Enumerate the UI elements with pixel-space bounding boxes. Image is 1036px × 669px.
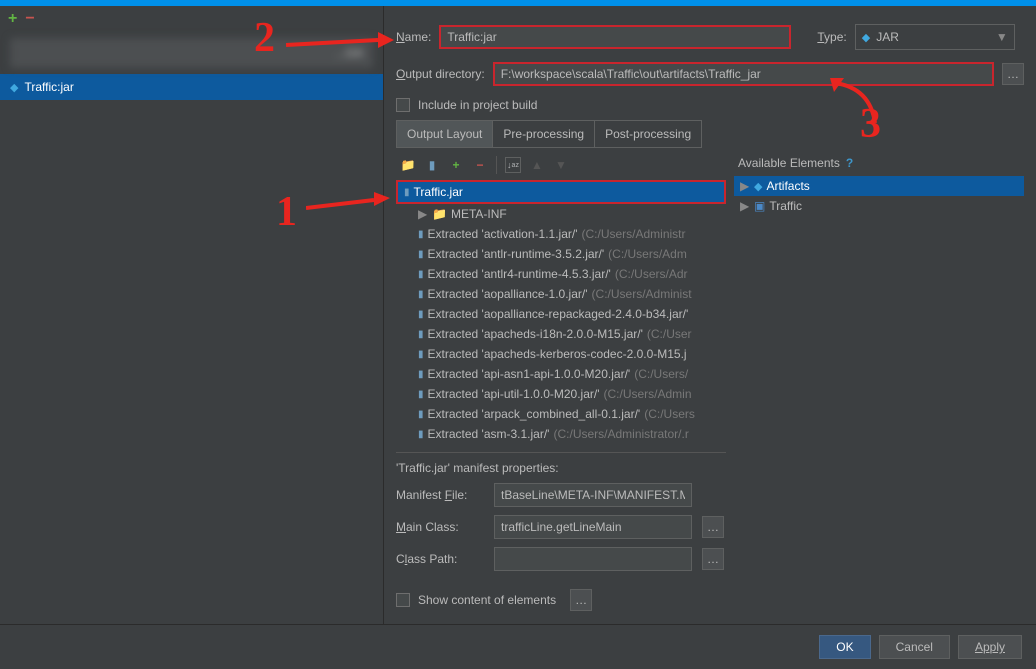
tabs: Output Layout Pre-processing Post-proces… <box>396 120 702 148</box>
tree-item[interactable]: ▮Extracted 'api-asn1-api-1.0.0-M20.jar/'… <box>396 364 726 384</box>
tab-output-layout[interactable]: Output Layout <box>397 121 493 147</box>
manifest-file-input[interactable] <box>494 483 692 507</box>
archive-icon: ▮ <box>418 269 424 280</box>
main-class-label: Main Class: <box>396 520 484 534</box>
sidebar-item-blurred[interactable]: ...GA <box>10 38 373 68</box>
include-build-label: Include in project build <box>418 98 537 112</box>
archive-icon: ▮ <box>418 409 424 420</box>
new-archive-icon[interactable]: ▮ <box>424 157 440 173</box>
expand-arrow-icon[interactable]: ▶ <box>740 179 750 193</box>
tree-item[interactable]: ▮Extracted 'apacheds-kerberos-codec-2.0.… <box>396 344 726 364</box>
archive-icon: ▮ <box>404 187 410 198</box>
archive-icon: ▮ <box>418 369 424 380</box>
remove-icon[interactable]: − <box>25 10 34 28</box>
type-select[interactable]: ◆ JAR ▼ <box>855 24 1015 50</box>
new-folder-icon[interactable]: 📁 <box>400 157 416 173</box>
manifest-file-label: Manifest File: <box>396 488 484 502</box>
name-input[interactable] <box>439 25 791 49</box>
available-elements-tree[interactable]: ▶ ◆ Artifacts ▶ ▣ Traffic <box>734 176 1024 216</box>
folder-icon: 📁 <box>432 207 447 221</box>
tree-item[interactable]: ▮Extracted 'aopalliance-repackaged-2.4.0… <box>396 304 726 324</box>
tree-item[interactable]: ▮Extracted 'asm-3.1.jar/' (C:/Users/Admi… <box>396 424 726 444</box>
main-class-browse[interactable]: … <box>702 516 724 538</box>
include-build-checkbox[interactable] <box>396 98 410 112</box>
archive-icon: ▮ <box>418 329 424 340</box>
class-path-input[interactable] <box>494 547 692 571</box>
tab-post-processing[interactable]: Post-processing <box>595 121 701 147</box>
available-elements-label: Available Elements <box>738 156 840 170</box>
add-icon[interactable]: + <box>8 10 17 28</box>
archive-icon: ▮ <box>418 309 424 320</box>
archive-icon: ▮ <box>418 289 424 300</box>
manifest-title: 'Traffic.jar' manifest properties: <box>396 461 726 475</box>
add-copy-icon[interactable]: + <box>448 157 464 173</box>
type-label: Type: <box>817 30 846 44</box>
show-content-config[interactable]: … <box>570 589 592 611</box>
class-path-label: Class Path: <box>396 552 484 566</box>
move-up-icon: ▲ <box>529 157 545 173</box>
help-icon[interactable]: ? <box>846 156 853 170</box>
cancel-button[interactable]: Cancel <box>879 635 950 659</box>
tree-item[interactable]: ▮Extracted 'antlr4-runtime-4.5.3.jar/' (… <box>396 264 726 284</box>
output-directory-input[interactable] <box>493 62 994 86</box>
dialog-footer: OK Cancel Apply <box>0 624 1036 669</box>
tree-item[interactable]: ▮Extracted 'arpack_combined_all-0.1.jar/… <box>396 404 726 424</box>
expand-arrow-icon[interactable]: ▶ <box>740 199 750 213</box>
outdir-label: Output directory: <box>396 67 485 81</box>
ok-button[interactable]: OK <box>819 635 870 659</box>
class-path-browse[interactable]: … <box>702 548 724 570</box>
name-label: Name: <box>396 30 431 44</box>
tree-item[interactable]: ▮Extracted 'activation-1.1.jar/' (C:/Use… <box>396 224 726 244</box>
chevron-down-icon: ▼ <box>996 30 1008 44</box>
archive-icon: ▮ <box>418 349 424 360</box>
tree-item[interactable]: ▮Extracted 'antlr-runtime-3.5.2.jar/' (C… <box>396 244 726 264</box>
tree-item[interactable]: ▮Extracted 'api-util-1.0.0-M20.jar/' (C:… <box>396 384 726 404</box>
expand-arrow-icon[interactable]: ▶ <box>418 207 428 221</box>
sidebar-item-traffic-jar[interactable]: ◆ Traffic:jar <box>0 74 383 100</box>
archive-icon: ▮ <box>418 389 424 400</box>
archive-icon: ▮ <box>418 429 424 440</box>
tree-root-jar[interactable]: ▮ Traffic.jar <box>396 180 726 204</box>
artifact-icon: ◆ <box>754 180 762 193</box>
tab-pre-processing[interactable]: Pre-processing <box>493 121 595 147</box>
remove-item-icon[interactable]: − <box>472 157 488 173</box>
output-tree[interactable]: ▮ Traffic.jar ▶ 📁 META-INF ▮Extracted 'a… <box>396 180 726 448</box>
module-icon: ▣ <box>754 199 765 213</box>
sidebar-item-label: Traffic:jar <box>24 80 73 94</box>
main-class-input[interactable] <box>494 515 692 539</box>
avail-traffic[interactable]: ▶ ▣ Traffic <box>734 196 1024 216</box>
apply-button[interactable]: Apply <box>958 635 1022 659</box>
show-content-checkbox[interactable] <box>396 593 410 607</box>
tree-item[interactable]: ▮Extracted 'aopalliance-1.0.jar/' (C:/Us… <box>396 284 726 304</box>
jar-icon: ◆ <box>862 31 870 44</box>
layout-toolbar: 📁 ▮ + − ↓az ▲ ▼ <box>396 150 726 180</box>
tree-metainf[interactable]: ▶ 📁 META-INF <box>396 204 726 224</box>
artifacts-sidebar: + − ...GA ◆ Traffic:jar <box>0 6 384 626</box>
artifact-icon: ◆ <box>10 81 18 94</box>
avail-artifacts[interactable]: ▶ ◆ Artifacts <box>734 176 1024 196</box>
browse-button[interactable]: … <box>1002 63 1024 85</box>
move-down-icon: ▼ <box>553 157 569 173</box>
archive-icon: ▮ <box>418 229 424 240</box>
archive-icon: ▮ <box>418 249 424 260</box>
sort-icon[interactable]: ↓az <box>505 157 521 173</box>
tree-item[interactable]: ▮Extracted 'apacheds-i18n-2.0.0-M15.jar/… <box>396 324 726 344</box>
show-content-label: Show content of elements <box>418 593 556 607</box>
